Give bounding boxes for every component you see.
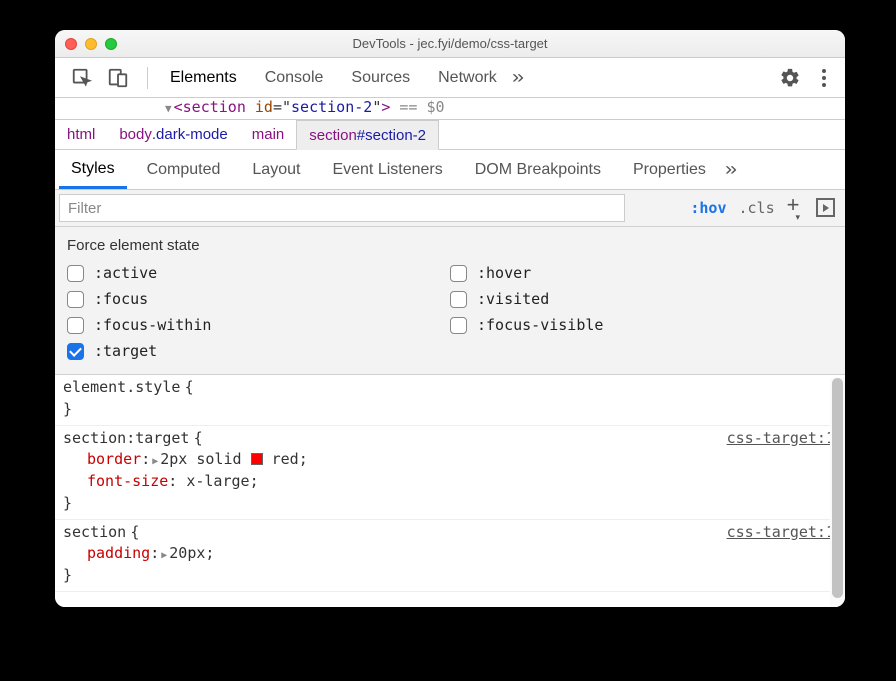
- state-target[interactable]: :target: [67, 342, 450, 360]
- tab-elements[interactable]: Elements: [158, 63, 249, 93]
- scrollbar[interactable]: [830, 378, 845, 607]
- checkbox-icon[interactable]: [67, 265, 84, 282]
- new-style-rule-icon[interactable]: +▾: [787, 192, 804, 220]
- main-toolbar: Elements Console Sources Network »: [55, 58, 845, 98]
- scrollbar-thumb[interactable]: [832, 378, 843, 598]
- decl-border[interactable]: border:▶2px solid red;: [87, 449, 837, 471]
- decl-font-size[interactable]: font-size: x-large;: [87, 471, 837, 493]
- breadcrumb-body[interactable]: body.dark-mode: [107, 120, 239, 149]
- tab-console[interactable]: Console: [253, 63, 336, 93]
- expand-icon[interactable]: ▶: [152, 456, 158, 467]
- filter-bar: Filter :hov .cls +▾: [55, 190, 845, 227]
- settings-icon[interactable]: [779, 67, 801, 89]
- filter-input[interactable]: Filter: [59, 194, 625, 222]
- close-window-button[interactable]: [65, 38, 77, 50]
- state-active[interactable]: :active: [67, 264, 450, 282]
- subtab-dom-breakpoints[interactable]: DOM Breakpoints: [463, 153, 613, 187]
- titlebar: DevTools - jec.fyi/demo/css-target: [55, 30, 845, 58]
- breadcrumb: html body.dark-mode main section#section…: [55, 120, 845, 150]
- collapse-icon[interactable]: ▼: [165, 102, 172, 115]
- more-subtabs-icon[interactable]: »: [725, 159, 737, 180]
- zoom-window-button[interactable]: [105, 38, 117, 50]
- checkbox-icon[interactable]: [450, 265, 467, 282]
- more-tabs-icon[interactable]: »: [512, 67, 524, 88]
- expand-icon[interactable]: ▶: [161, 550, 167, 561]
- hov-toggle[interactable]: :hov: [690, 199, 726, 217]
- styles-subtabs: Styles Computed Layout Event Listeners D…: [55, 150, 845, 190]
- subtab-layout[interactable]: Layout: [240, 153, 312, 187]
- filter-placeholder: Filter: [68, 200, 101, 217]
- breadcrumb-html[interactable]: html: [55, 120, 107, 149]
- subtab-event-listeners[interactable]: Event Listeners: [320, 153, 454, 187]
- subtab-computed[interactable]: Computed: [135, 153, 233, 187]
- rule-source-link[interactable]: css-target:1: [727, 522, 835, 544]
- tab-sources[interactable]: Sources: [339, 63, 422, 93]
- state-hover[interactable]: :hover: [450, 264, 833, 282]
- state-focus[interactable]: :focus: [67, 290, 450, 308]
- checkbox-icon[interactable]: [67, 291, 84, 308]
- state-visited[interactable]: :visited: [450, 290, 833, 308]
- inspect-icon[interactable]: [71, 67, 93, 89]
- computed-styles-sidebar-icon[interactable]: [816, 198, 835, 217]
- color-swatch-icon[interactable]: [251, 453, 263, 465]
- rule-element-style[interactable]: element.style { }: [55, 375, 845, 426]
- devtools-window: DevTools - jec.fyi/demo/css-target Eleme…: [55, 30, 845, 607]
- rule-source-link[interactable]: css-target:1: [727, 428, 835, 450]
- toolbar-divider: [147, 67, 148, 89]
- checkbox-icon[interactable]: [450, 317, 467, 334]
- device-toolbar-icon[interactable]: [107, 67, 129, 89]
- tab-network[interactable]: Network: [426, 63, 509, 93]
- checkbox-icon[interactable]: [67, 317, 84, 334]
- state-focus-within[interactable]: :focus-within: [67, 316, 450, 334]
- rule-section-target[interactable]: css-target:1 section:target { border:▶2p…: [55, 426, 845, 520]
- decl-padding[interactable]: padding:▶20px;: [87, 543, 837, 565]
- breadcrumb-main[interactable]: main: [240, 120, 297, 149]
- subtab-properties[interactable]: Properties: [621, 153, 718, 187]
- subtab-styles[interactable]: Styles: [59, 152, 127, 189]
- minimize-window-button[interactable]: [85, 38, 97, 50]
- window-controls: [65, 38, 117, 50]
- checkbox-checked-icon[interactable]: [67, 343, 84, 360]
- cls-toggle[interactable]: .cls: [738, 199, 774, 217]
- force-element-state-panel: Force element state :active :hover :focu…: [55, 227, 845, 375]
- dom-tree-snippet[interactable]: ▼<section id="section-2"> == $0: [55, 98, 845, 120]
- panel-tabs: Elements Console Sources Network »: [158, 63, 837, 93]
- css-rules: element.style { } css-target:1 section:t…: [55, 375, 845, 607]
- checkbox-icon[interactable]: [450, 291, 467, 308]
- force-state-heading: Force element state: [67, 237, 833, 254]
- breadcrumb-section[interactable]: section#section-2: [296, 120, 439, 150]
- state-focus-visible[interactable]: :focus-visible: [450, 316, 833, 334]
- rule-section[interactable]: css-target:1 section { padding:▶20px; }: [55, 520, 845, 592]
- window-title: DevTools - jec.fyi/demo/css-target: [55, 36, 845, 51]
- styles-panel: Filter :hov .cls +▾ Force element state …: [55, 190, 845, 607]
- kebab-menu-icon[interactable]: [805, 67, 837, 89]
